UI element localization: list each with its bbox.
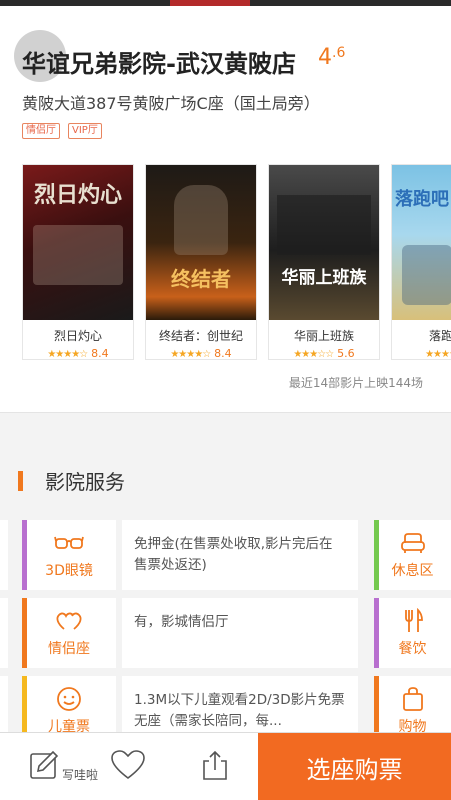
movie-card[interactable]: 落跑吧 落跑吧 ★★★★☆ <box>391 164 451 360</box>
service-desc: 免押金(在售票处收取,影片完后在售票处返还) <box>122 520 358 590</box>
service-3d-glasses[interactable]: 3D眼镜 <box>22 520 116 590</box>
service-desc: 有，影城情侣厅 <box>122 598 358 668</box>
section-accent-bar <box>18 470 23 491</box>
write-review-button[interactable]: 写哇啦 <box>28 733 98 800</box>
sofa-icon <box>398 530 428 556</box>
favorite-button[interactable] <box>110 733 146 800</box>
bottom-action-bar: 写哇啦 选座购票 <box>0 732 451 800</box>
heart-icon <box>110 749 146 785</box>
services-header: 影院服务 <box>0 466 125 495</box>
movie-card[interactable]: 华丽上班族 华丽上班族 ★★★☆☆ 5.6 <box>268 164 380 360</box>
pencil-icon <box>28 749 60 785</box>
movie-title: 华丽上班族 <box>293 329 354 343</box>
cinema-score: 4.6 <box>318 45 346 70</box>
top-banner-strip <box>0 0 451 6</box>
movie-poster: 落跑吧 <box>392 165 451 320</box>
cinema-tags: 情侣厅 VIP厅 <box>22 123 102 139</box>
service-row: 3D眼镜 免押金(在售票处收取,影片完后在售票处返还) 休息区 <box>0 520 451 590</box>
movie-rating: ★★★☆☆ 5.6 <box>293 347 355 360</box>
movie-card[interactable]: 烈日灼心 烈日灼心 ★★★★☆ 8.4 <box>22 164 134 360</box>
select-seat-buy-button[interactable]: 选座购票 <box>258 733 451 800</box>
movie-rating: ★★★★☆ <box>425 349 451 360</box>
movie-title: 终结者：创世纪 <box>158 329 243 343</box>
shopping-bag-icon <box>398 686 428 712</box>
service-couple-seat[interactable]: 情侣座 <box>22 598 116 668</box>
tag-vip-hall: VIP厅 <box>68 123 102 139</box>
child-face-icon <box>54 686 84 712</box>
couple-seat-icon <box>54 608 84 634</box>
showtime-summary: 最近14部影片上映144场 <box>288 376 423 390</box>
services-title: 影院服务 <box>45 470 125 494</box>
movie-rating: ★★★★☆ 8.4 <box>47 347 109 360</box>
share-button[interactable] <box>200 733 230 800</box>
movie-title: 落跑吧 <box>428 329 451 343</box>
tag-couple-hall: 情侣厅 <box>22 123 60 139</box>
movie-rating: ★★★★☆ 8.4 <box>170 347 232 360</box>
movie-poster: 烈日灼心 <box>23 165 133 320</box>
movie-title: 烈日灼心 <box>53 329 102 343</box>
service-rest-area[interactable]: 休息区 <box>374 520 451 590</box>
movie-poster: 华丽上班族 <box>269 165 379 320</box>
cinema-address[interactable]: 黄陂大道387号黄陂广场C座（国土局旁） <box>22 90 320 114</box>
dining-icon <box>398 608 428 634</box>
3d-glasses-icon <box>54 530 84 556</box>
service-dining[interactable]: 餐饮 <box>374 598 451 668</box>
service-row: 情侣座 有，影城情侣厅 餐饮 <box>0 598 451 668</box>
cinema-name: 华谊兄弟影院-武汉黄陂店 <box>22 50 296 78</box>
movie-poster: 终结者 <box>146 165 256 320</box>
movie-carousel[interactable]: 烈日灼心 烈日灼心 ★★★★☆ 8.4 终结者 终结者：创世纪 ★★★★☆ 8.4 … <box>22 164 451 364</box>
movie-card[interactable]: 终结者 终结者：创世纪 ★★★★☆ 8.4 <box>145 164 257 360</box>
share-icon <box>200 749 230 785</box>
